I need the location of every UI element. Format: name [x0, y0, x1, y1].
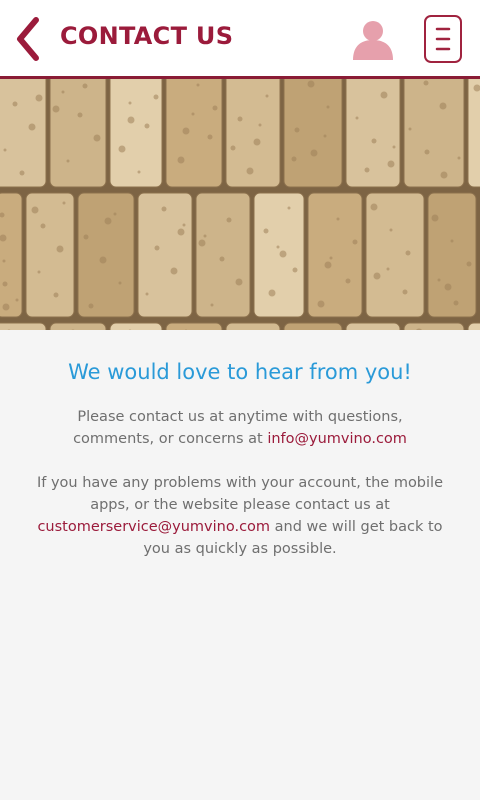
contact-content: We would love to hear from you! Please c…	[0, 330, 480, 560]
hero-image	[0, 79, 480, 330]
para2-text-1: If you have any problems with your accou…	[36, 475, 443, 513]
customerservice-email-link[interactable]: customerservice@yumvino.com	[37, 519, 270, 535]
headline: We would love to hear from you!	[68, 360, 412, 384]
profile-button[interactable]	[350, 18, 396, 60]
wine-corks-photo	[0, 79, 480, 330]
info-email-link[interactable]: info@yumvino.com	[267, 431, 407, 447]
menu-button[interactable]	[424, 15, 462, 63]
back-button[interactable]	[10, 14, 46, 64]
app-header: CONTACT US	[0, 0, 480, 79]
contact-paragraph-2: If you have any problems with your accou…	[36, 472, 444, 560]
contact-paragraph-1: Please contact us at anytime with questi…	[36, 406, 444, 450]
page-title: CONTACT US	[60, 22, 234, 50]
user-icon	[353, 21, 393, 60]
menu-icon	[435, 27, 451, 51]
chevron-left-icon	[17, 17, 39, 61]
